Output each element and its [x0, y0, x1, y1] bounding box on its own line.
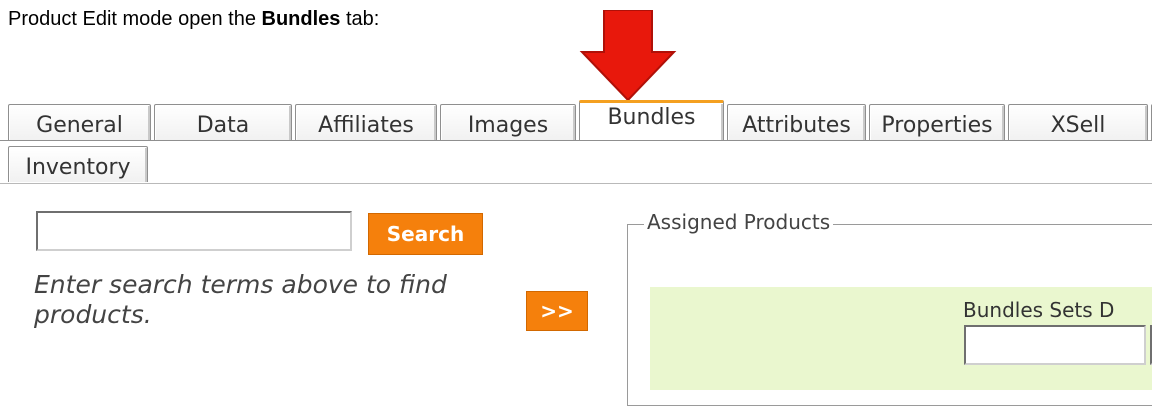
instruction-suffix: tab:	[340, 8, 380, 30]
red-arrow-icon	[579, 10, 677, 102]
search-button[interactable]: Search	[368, 213, 483, 255]
tab-bar-row-2: Inventory	[0, 142, 151, 182]
search-input[interactable]	[36, 211, 352, 251]
search-hint-text: Enter search terms above to find product…	[34, 270, 447, 329]
bundles-tab-content: Search Enter search terms above to find …	[0, 183, 1152, 411]
tab-images[interactable]: Images	[440, 104, 576, 140]
tab-affiliates[interactable]: Affiliates	[295, 104, 437, 140]
tab-bar-row-1: General Data Affiliates Images Bundles A…	[0, 100, 1152, 140]
tab-properties[interactable]: Properties	[869, 104, 1005, 140]
bundle-sets-input[interactable]	[964, 325, 1146, 365]
tab-general[interactable]: General	[8, 104, 151, 140]
add-to-assigned-button[interactable]: >>	[526, 291, 588, 331]
instruction-text: Product Edit mode open the Bundles tab:	[8, 8, 379, 31]
tab-xsell[interactable]: XSell	[1008, 104, 1148, 140]
tab-bundles[interactable]: Bundles	[579, 100, 724, 140]
instruction-prefix: Product Edit mode open the	[8, 8, 262, 30]
bundle-sets-label: Bundles Sets D	[963, 298, 1115, 322]
tab-data[interactable]: Data	[154, 104, 292, 140]
assigned-products-legend: Assigned Products	[644, 210, 834, 234]
instruction-bold-tab-name: Bundles	[261, 8, 341, 30]
tab-attributes[interactable]: Attributes	[727, 104, 866, 140]
tab-bar-baseline	[0, 140, 1152, 141]
tab-inventory[interactable]: Inventory	[8, 146, 148, 182]
